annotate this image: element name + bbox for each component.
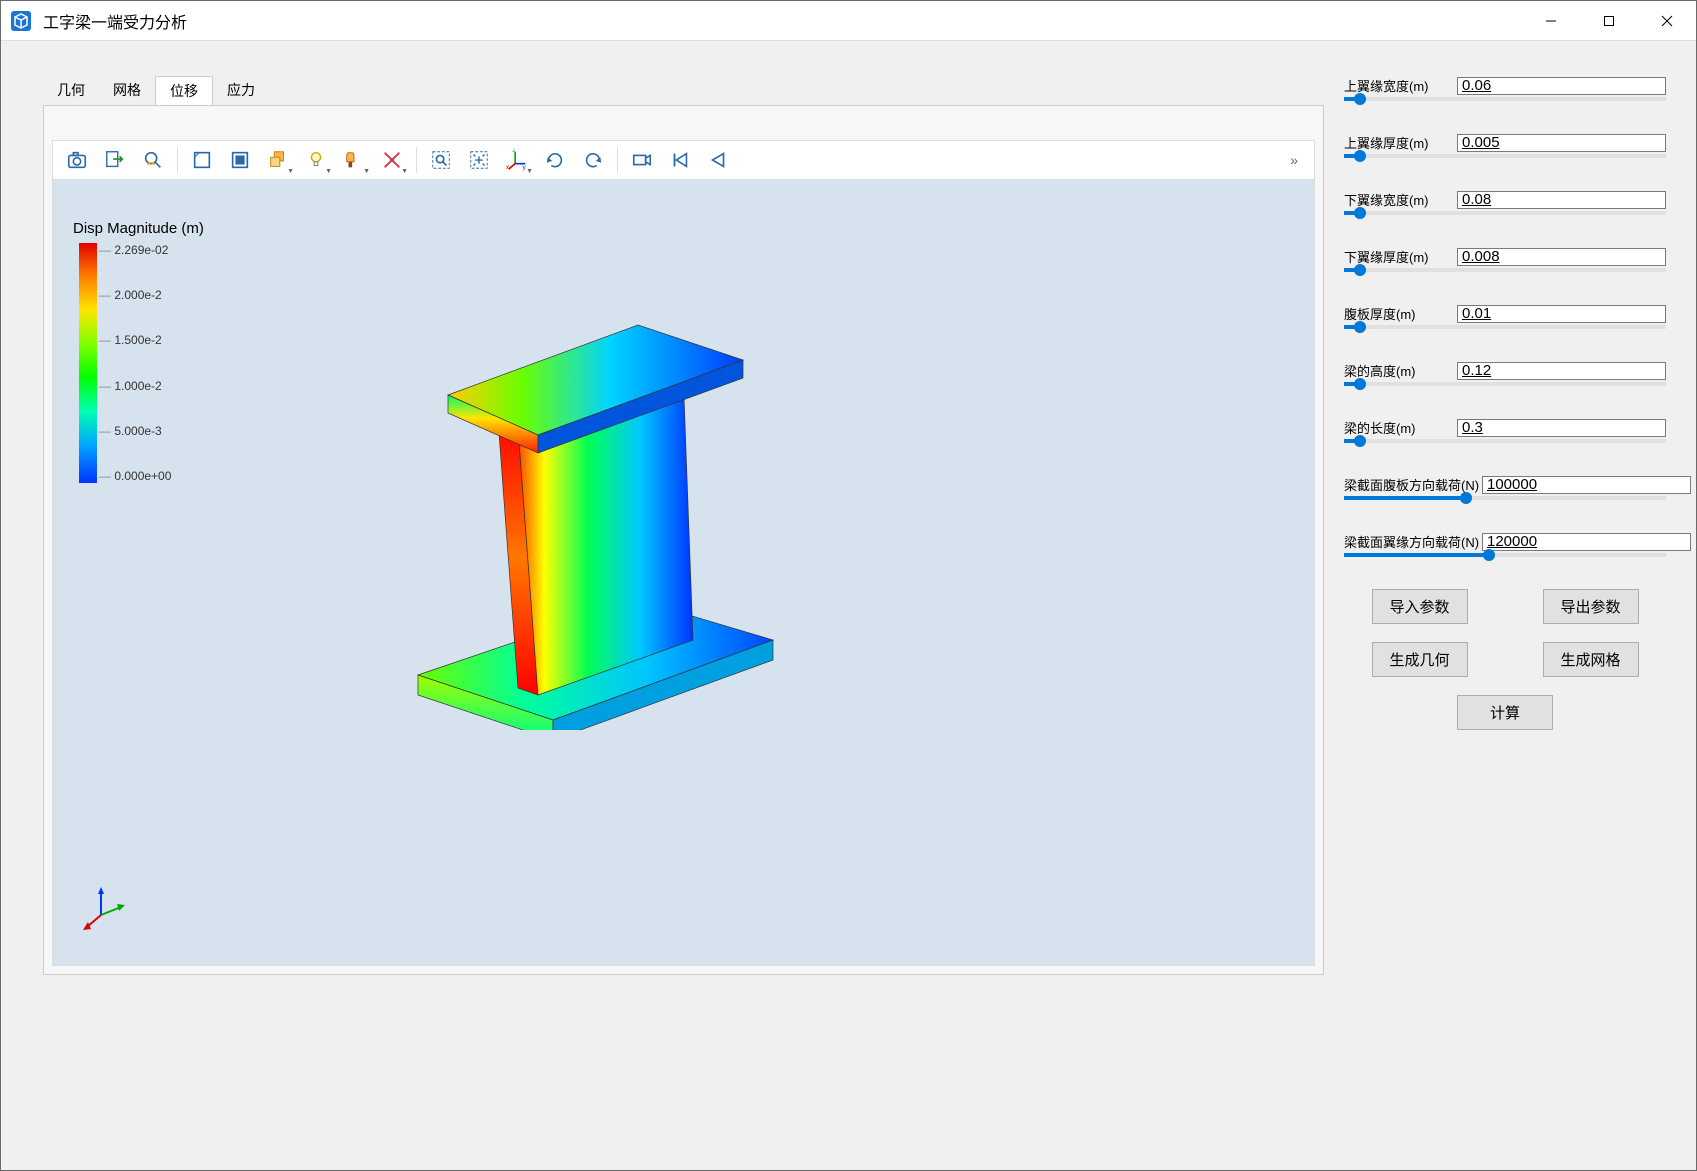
param-row: 上翼缘宽度(m) bbox=[1344, 76, 1666, 101]
export-params-button[interactable]: 导出参数 bbox=[1543, 589, 1639, 624]
param-input-1[interactable] bbox=[1457, 134, 1666, 152]
beam-model bbox=[373, 300, 793, 730]
parameters-panel: 上翼缘宽度(m) 上翼缘厚度(m) 下翼缘宽度(m) 下翼缘厚度(m) 腹板厚度(m) 梁… bbox=[1336, 41, 1696, 1170]
axes-triad-corner bbox=[81, 885, 131, 935]
titlebar: 工字梁一端受力分析 bbox=[1, 1, 1696, 41]
generate-mesh-button[interactable]: 生成网格 bbox=[1543, 642, 1639, 677]
maximize-button[interactable] bbox=[1580, 1, 1638, 40]
lightbulb-icon[interactable]: ▼ bbox=[298, 142, 334, 178]
legend-tick: 1.500e-2 bbox=[103, 333, 171, 347]
legend-colorbar bbox=[79, 243, 97, 483]
legend-title: Disp Magnitude (m) bbox=[73, 220, 204, 237]
param-input-3[interactable] bbox=[1457, 248, 1666, 266]
export-icon[interactable] bbox=[97, 142, 133, 178]
param-slider-0[interactable] bbox=[1344, 97, 1666, 101]
multi-box-icon[interactable]: ▼ bbox=[260, 142, 296, 178]
legend-tick: 2.269e-02 bbox=[103, 243, 171, 257]
legend-tick: 1.000e-2 bbox=[103, 379, 171, 393]
viewport-toolbar: ▼▼▼▼zyx▼» bbox=[52, 140, 1315, 180]
param-row: 上翼缘厚度(m) bbox=[1344, 133, 1666, 158]
box-outline-icon[interactable] bbox=[184, 142, 220, 178]
param-row: 梁截面腹板方向载荷(N) bbox=[1344, 475, 1666, 500]
param-row: 梁截面翼缘方向载荷(N) bbox=[1344, 532, 1666, 557]
generate-geometry-button[interactable]: 生成几何 bbox=[1372, 642, 1468, 677]
action-buttons: 导入参数 导出参数生成几何 生成网格计算 bbox=[1344, 589, 1666, 730]
skip-prev-icon[interactable] bbox=[662, 142, 698, 178]
toolbar-separator bbox=[416, 147, 417, 173]
param-slider-3[interactable] bbox=[1344, 268, 1666, 272]
camera2-icon[interactable] bbox=[624, 142, 660, 178]
rotate-ccw-icon[interactable] bbox=[537, 142, 573, 178]
toolbar-separator bbox=[617, 147, 618, 173]
color-legend: Disp Magnitude (m) 2.269e-022.000e-21.50… bbox=[79, 220, 204, 483]
param-slider-1[interactable] bbox=[1344, 154, 1666, 158]
tab-3[interactable]: 应力 bbox=[213, 76, 269, 105]
param-input-8[interactable] bbox=[1482, 533, 1691, 551]
param-input-7[interactable] bbox=[1482, 476, 1691, 494]
tab-2[interactable]: 位移 bbox=[155, 76, 213, 105]
calculate-button[interactable]: 计算 bbox=[1457, 695, 1553, 730]
param-slider-5[interactable] bbox=[1344, 382, 1666, 386]
brush-icon[interactable]: ▼ bbox=[336, 142, 372, 178]
box-filled-icon[interactable] bbox=[222, 142, 258, 178]
app-icon bbox=[9, 9, 33, 33]
zoom-inspect-icon[interactable] bbox=[135, 142, 171, 178]
param-input-6[interactable] bbox=[1457, 419, 1666, 437]
viewport-container: ▼▼▼▼zyx▼» Disp Magnitude (m) 2.269e-022.… bbox=[43, 105, 1324, 975]
svg-text:z: z bbox=[512, 149, 515, 154]
toolbar-separator bbox=[177, 147, 178, 173]
close-button[interactable] bbox=[1638, 1, 1696, 40]
legend-ticks: 2.269e-02 2.000e-2 1.500e-2 1.000e-2 5.000e-… bbox=[103, 243, 171, 483]
param-label: 梁截面翼缘方向载荷(N) bbox=[1344, 532, 1474, 551]
param-label: 梁截面腹板方向载荷(N) bbox=[1344, 475, 1474, 494]
param-row: 下翼缘宽度(m) bbox=[1344, 190, 1666, 215]
param-input-0[interactable] bbox=[1457, 77, 1666, 95]
param-slider-7[interactable] bbox=[1344, 496, 1666, 500]
import-params-button[interactable]: 导入参数 bbox=[1372, 589, 1468, 624]
toolbar-overflow[interactable]: » bbox=[1280, 152, 1308, 168]
param-slider-2[interactable] bbox=[1344, 211, 1666, 215]
minimize-button[interactable] bbox=[1522, 1, 1580, 40]
param-input-5[interactable] bbox=[1457, 362, 1666, 380]
param-row: 下翼缘厚度(m) bbox=[1344, 247, 1666, 272]
fit-region-icon[interactable] bbox=[461, 142, 497, 178]
param-input-2[interactable] bbox=[1457, 191, 1666, 209]
zoom-region-icon[interactable] bbox=[423, 142, 459, 178]
param-slider-8[interactable] bbox=[1344, 553, 1666, 557]
viewport-3d[interactable]: Disp Magnitude (m) 2.269e-02 2.000e-2 1.50… bbox=[52, 180, 1315, 966]
param-row: 腹板厚度(m) bbox=[1344, 304, 1666, 329]
param-row: 梁的高度(m) bbox=[1344, 361, 1666, 386]
ruler-icon[interactable]: ▼ bbox=[374, 142, 410, 178]
rotate-cw-icon[interactable] bbox=[575, 142, 611, 178]
legend-tick: 2.000e-2 bbox=[103, 288, 171, 302]
param-row: 梁的长度(m) bbox=[1344, 418, 1666, 443]
axes-triad-icon[interactable]: zyx▼ bbox=[499, 142, 535, 178]
window-title: 工字梁一端受力分析 bbox=[43, 9, 1522, 33]
legend-tick: 0.000e+00 bbox=[103, 469, 171, 483]
param-slider-6[interactable] bbox=[1344, 439, 1666, 443]
view-tabs: 几何网格位移应力 bbox=[43, 76, 1324, 105]
tab-0[interactable]: 几何 bbox=[43, 76, 99, 105]
param-slider-4[interactable] bbox=[1344, 325, 1666, 329]
param-input-4[interactable] bbox=[1457, 305, 1666, 323]
legend-tick: 5.000e-3 bbox=[103, 424, 171, 438]
tab-1[interactable]: 网格 bbox=[99, 76, 155, 105]
skip-back-icon[interactable] bbox=[700, 142, 736, 178]
camera-icon[interactable] bbox=[59, 142, 95, 178]
